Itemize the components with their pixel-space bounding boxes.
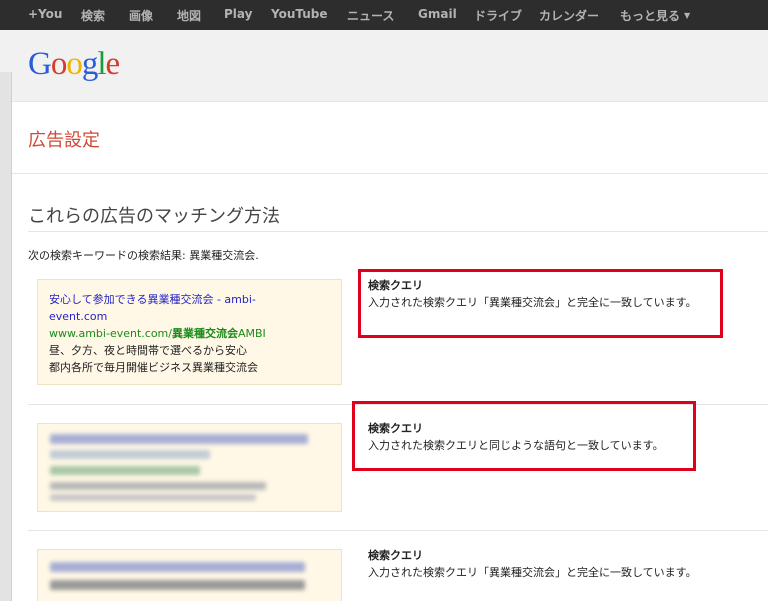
blurred-ad-line [50, 482, 266, 490]
highlight-box [352, 401, 696, 471]
row-divider [28, 530, 768, 531]
nav-maps[interactable]: 地図 [177, 7, 201, 24]
ad-description-line: 都内各所で毎月開催ビジネス異業種交流会 [49, 361, 258, 374]
match-info: 検索クエリ 入力された検索クエリ「異業種交流会」と完全に一致しています。 [368, 547, 697, 581]
nav-play[interactable]: Play [224, 7, 252, 21]
match-detail: 入力された検索クエリ「異業種交流会」と完全に一致しています。 [368, 566, 697, 579]
header: Google [0, 30, 768, 102]
divider [12, 173, 768, 174]
nav-youtube[interactable]: YouTube [271, 7, 328, 21]
ad-preview: 安心して参加できる異業種交流会 - ambi-event.com www.amb… [37, 279, 342, 385]
ad-description-line: 昼、夕方、夜と時間帯で選べるから安心 [49, 344, 247, 357]
nav-news[interactable]: ニュース [347, 7, 394, 24]
nav-images[interactable]: 画像 [129, 7, 153, 24]
ad-title[interactable]: 安心して参加できる異業種交流会 - ambi-event.com [49, 291, 304, 325]
section-title: これらの広告のマッチング方法 [28, 206, 280, 227]
section-description: 次の検索キーワードの検索結果: 異業種交流会. [28, 249, 259, 262]
nav-drive[interactable]: ドライブ [474, 7, 522, 24]
left-side-strip [0, 72, 12, 601]
ad-preview-blurred [37, 423, 342, 512]
blurred-ad-url [50, 466, 200, 475]
nav-calendar[interactable]: カレンダー [539, 7, 599, 24]
nav-search[interactable]: 検索 [81, 7, 105, 24]
nav-more[interactable]: もっと見る ▼ [620, 7, 690, 24]
blurred-ad-line [50, 494, 256, 501]
google-logo[interactable]: Google [28, 46, 120, 83]
blurred-ad-title [50, 434, 308, 444]
ad-preview-blurred [37, 549, 342, 601]
page-title: 広告設定 [28, 130, 100, 151]
nav-gmail[interactable]: Gmail [418, 7, 457, 21]
blurred-ad-title [50, 450, 210, 459]
divider [28, 231, 768, 232]
blurred-ad-title [50, 562, 305, 572]
nav-you[interactable]: +You [28, 7, 62, 21]
ad-url: www.ambi-event.com/異業種交流会AMBI [49, 327, 266, 340]
highlight-box [358, 269, 723, 338]
top-navigation-bar: +You 検索 画像 地図 Play YouTube ニュース Gmail ドラ… [0, 0, 768, 30]
match-type: 検索クエリ [368, 549, 423, 562]
caret-down-icon: ▼ [684, 11, 691, 20]
blurred-ad-url [50, 580, 305, 590]
nav-more-label: もっと見る [620, 9, 681, 23]
